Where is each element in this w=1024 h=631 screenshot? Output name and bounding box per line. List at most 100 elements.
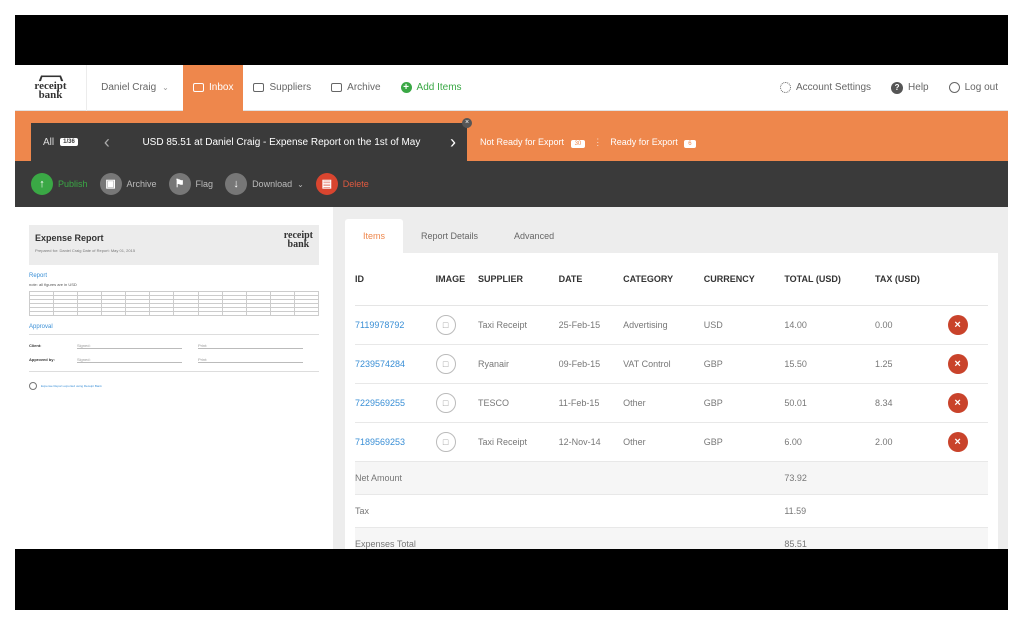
item-tax: 2.00 (875, 422, 948, 462)
account-settings-link[interactable]: Account Settings (770, 65, 881, 111)
nav-inbox-label: Inbox (209, 82, 234, 93)
table-row[interactable]: 7189569253 □ Taxi Receipt 12-Nov-14 Othe… (355, 422, 988, 462)
print-field: Print: (198, 343, 303, 349)
flag-button[interactable]: ⚑ Flag (168, 173, 213, 195)
column-header[interactable]: TOTAL (USD) (784, 253, 876, 306)
item-image-cell[interactable]: □ (435, 422, 478, 462)
logout-label: Log out (964, 82, 998, 93)
column-header[interactable]: IMAGE (435, 253, 478, 306)
not-ready-filter[interactable]: Not Ready for Export 30 (480, 137, 586, 148)
next-document-button[interactable]: › (439, 132, 467, 153)
remove-item-icon[interactable]: × (947, 353, 968, 374)
item-image-cell[interactable]: □ (435, 305, 478, 345)
export-filters: Not Ready for Export 30 ⋮ Ready for Expo… (480, 123, 696, 161)
signed-field: Signed: (77, 357, 182, 363)
item-supplier: Taxi Receipt (477, 305, 559, 345)
report-footer: Expense Report exported using Receipt Ba… (29, 382, 319, 390)
document-navigator: All 1/36 ‹ USD 85.51 at Daniel Craig - E… (31, 123, 467, 161)
archive-label: Archive (126, 179, 157, 189)
column-header[interactable]: CATEGORY (623, 253, 704, 306)
client-row: Client: Signed: Print: (29, 343, 319, 349)
approved-row: Approved by: Signed: Print: (29, 357, 319, 363)
not-ready-count: 30 (570, 140, 586, 148)
nav-add-items[interactable]: + Add Items (391, 65, 472, 111)
column-header[interactable]: CURRENCY (703, 253, 785, 306)
receipt-image-icon[interactable]: □ (435, 353, 456, 374)
expenses-total-label: Expenses Total (355, 527, 785, 549)
report-header: Expense Report Prepared for: Daniel Crai… (29, 225, 319, 265)
help-label: Help (908, 82, 929, 93)
document-bar: All 1/36 ‹ USD 85.51 at Daniel Craig - E… (15, 111, 1008, 161)
item-id-link[interactable]: 7189569253 (355, 422, 436, 462)
remove-item-icon[interactable]: × (947, 314, 968, 335)
report-meta: Prepared for: Daniel Craig Date of Repor… (35, 248, 136, 253)
item-id-link[interactable]: 7229569255 (355, 383, 436, 423)
publish-button[interactable]: ↑ Publish (31, 173, 88, 195)
nav-right: Account Settings ? Help Log out (770, 65, 1008, 111)
remove-item-icon[interactable]: × (947, 392, 968, 413)
item-tax: 0.00 (875, 305, 948, 345)
all-label: All (43, 136, 55, 148)
help-link[interactable]: ? Help (881, 65, 939, 111)
all-filter[interactable]: All 1/36 (31, 137, 90, 148)
ready-filter[interactable]: Ready for Export 6 (610, 137, 696, 148)
item-supplier: Ryanair (477, 344, 559, 384)
logo-roof-icon (38, 75, 63, 82)
column-header[interactable]: ID (355, 253, 436, 306)
receipt-image-icon[interactable]: □ (435, 431, 456, 452)
document-preview[interactable]: Expense Report Prepared for: Daniel Crai… (15, 207, 333, 549)
item-date: 11-Feb-15 (558, 383, 624, 423)
table-row[interactable]: 7119978792 □ Taxi Receipt 25-Feb-15 Adve… (355, 305, 988, 345)
item-category: Other (623, 422, 704, 462)
tax-label: Tax (355, 494, 785, 528)
column-header[interactable]: SUPPLIER (477, 253, 559, 306)
nav-suppliers[interactable]: Suppliers (243, 65, 321, 111)
receipt-image-icon[interactable]: □ (435, 314, 456, 335)
tab-advanced[interactable]: Advanced (496, 219, 572, 253)
archive-button[interactable]: ▣ Archive (99, 173, 157, 195)
letterbox-top (15, 15, 1008, 65)
logout-link[interactable]: Log out (939, 65, 1008, 111)
receipt-image-icon[interactable]: □ (435, 392, 456, 413)
detail-panel: Items Report Details Advanced ID IMAGE S… (345, 219, 998, 549)
item-currency: GBP (703, 344, 785, 384)
item-image-cell[interactable]: □ (435, 344, 478, 384)
items-table: ID IMAGE SUPPLIER DATE CATEGORY CURRENCY… (355, 253, 988, 549)
download-button[interactable]: ↓ Download ⌄ (225, 173, 304, 195)
download-label: Download (252, 179, 293, 189)
previous-document-button[interactable]: ‹ (90, 132, 124, 153)
column-header[interactable]: TAX (USD) (875, 253, 948, 306)
item-supplier: TESCO (477, 383, 559, 423)
remove-item-icon[interactable]: × (947, 431, 968, 452)
upload-icon: ↑ (31, 173, 53, 195)
item-currency: USD (703, 305, 785, 345)
table-row[interactable]: 7239574284 □ Ryanair 09-Feb-15 VAT Contr… (355, 344, 988, 384)
delete-button[interactable]: ▤ Delete (315, 173, 369, 195)
receipt-bank-logo-small: receipt bank (283, 230, 313, 250)
close-icon[interactable]: × (462, 118, 472, 128)
nav-suppliers-label: Suppliers (269, 82, 312, 93)
divider: ⋮ (593, 136, 603, 147)
items-table-container: ID IMAGE SUPPLIER DATE CATEGORY CURRENCY… (345, 253, 998, 549)
expenses-total-value: 85.51 (784, 527, 988, 549)
summary-row-tax: Tax 11.59 (355, 494, 988, 528)
nav-archive[interactable]: Archive (321, 65, 390, 111)
user-menu[interactable]: Daniel Craig ⌄ (87, 65, 183, 111)
item-image-cell[interactable]: □ (435, 383, 478, 423)
table-row[interactable]: 7229569255 □ TESCO 11-Feb-15 Other GBP 5… (355, 383, 988, 423)
document-title: USD 85.51 at Daniel Craig - Expense Repo… (142, 136, 421, 148)
item-id-link[interactable]: 7239574284 (355, 344, 436, 384)
suppliers-icon (253, 83, 265, 92)
flag-icon: ⚑ (168, 173, 191, 195)
item-date: 25-Feb-15 (558, 305, 624, 345)
column-header[interactable]: DATE (558, 253, 624, 306)
item-id-link[interactable]: 7119978792 (355, 305, 436, 345)
nav-inbox[interactable]: Inbox (183, 65, 244, 111)
plus-icon: + (400, 82, 412, 93)
tab-report-details[interactable]: Report Details (403, 219, 496, 253)
item-total: 14.00 (784, 305, 876, 345)
download-icon: ↓ (225, 173, 248, 195)
receipt-bank-logo[interactable]: receipt bank (15, 65, 87, 111)
tab-items[interactable]: Items (345, 219, 404, 253)
chevron-down-icon: ⌄ (162, 83, 169, 92)
